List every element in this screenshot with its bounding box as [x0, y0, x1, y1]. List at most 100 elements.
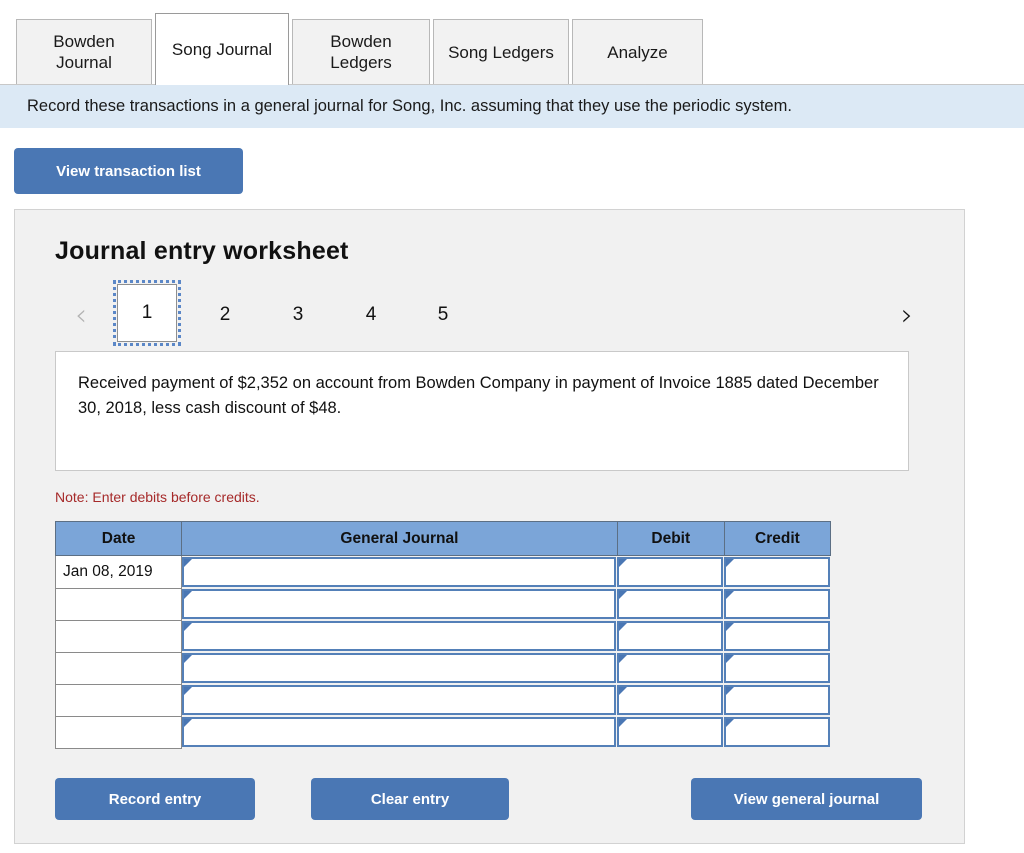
date-cell[interactable] — [54, 587, 183, 621]
credit-input[interactable] — [724, 717, 830, 747]
tab-label: Song Journal — [171, 40, 273, 59]
account-select[interactable] — [182, 589, 617, 619]
debits-before-credits-note: Note: Enter debits before credits. — [55, 489, 260, 505]
tab-bowden-ledgers[interactable]: Bowden Ledgers — [292, 19, 430, 84]
account-select[interactable] — [182, 717, 617, 747]
tab-song-ledgers[interactable]: Song Ledgers — [433, 19, 569, 84]
credit-cell — [724, 620, 830, 652]
dropdown-marker-icon — [184, 687, 193, 695]
debit-cell — [617, 716, 724, 748]
column-header-credit: Credit — [723, 521, 832, 556]
pager-page-3[interactable]: 3 — [276, 294, 320, 336]
dropdown-marker-icon — [726, 559, 735, 567]
general-journal-cell — [182, 716, 618, 748]
tab-label: Analyze — [607, 42, 668, 62]
general-journal-cell — [182, 684, 618, 716]
tab-analyze[interactable]: Analyze — [572, 19, 703, 84]
transaction-description-box: Received payment of $2,352 on account fr… — [55, 351, 909, 471]
credit-cell — [724, 684, 830, 716]
credit-cell — [724, 716, 830, 748]
dropdown-marker-icon — [619, 623, 628, 631]
dropdown-marker-icon — [184, 623, 193, 631]
credit-input[interactable] — [724, 685, 830, 715]
journal-entry-table: Date General Journal Debit Credit Jan 08… — [54, 521, 832, 749]
account-select[interactable] — [182, 557, 617, 587]
date-cell[interactable] — [54, 619, 183, 653]
pager-page-4[interactable]: 4 — [349, 294, 393, 336]
instruction-banner: Record these transactions in a general j… — [0, 85, 1024, 128]
credit-cell — [724, 652, 830, 684]
credit-input[interactable] — [724, 557, 830, 587]
debit-input[interactable] — [617, 653, 724, 683]
debit-cell — [617, 652, 724, 684]
credit-input[interactable] — [724, 621, 830, 651]
table-header-row: Date General Journal Debit Credit — [54, 521, 832, 556]
pager-page-1[interactable]: 1 — [113, 280, 181, 346]
date-cell[interactable]: Jan 08, 2019 — [54, 555, 183, 589]
transaction-description-text: Received payment of $2,352 on account fr… — [78, 374, 879, 417]
account-select[interactable] — [182, 685, 617, 715]
debit-input[interactable] — [617, 621, 724, 651]
page-title: Journal entry worksheet — [55, 237, 349, 265]
table-row: Jan 08, 2019 — [54, 555, 831, 589]
instruction-text: Record these transactions in a general j… — [27, 97, 792, 115]
clear-entry-button[interactable]: Clear entry — [311, 778, 509, 820]
general-journal-cell — [182, 556, 618, 589]
date-cell[interactable] — [54, 651, 183, 685]
dropdown-marker-icon — [619, 655, 628, 663]
account-select[interactable] — [182, 653, 617, 683]
chevron-left-icon[interactable]: ‹ — [67, 300, 95, 332]
column-header-date: Date — [54, 521, 183, 556]
tab-label: Song Ledgers — [448, 42, 554, 62]
dropdown-marker-icon — [726, 719, 735, 727]
account-select[interactable] — [182, 621, 617, 651]
dropdown-marker-icon — [619, 559, 628, 567]
debit-cell — [617, 684, 724, 716]
credit-cell — [724, 556, 830, 589]
tab-list: Bowden Journal Song Journal Bowden Ledge… — [16, 13, 703, 85]
dropdown-marker-icon — [726, 687, 735, 695]
dropdown-marker-icon — [619, 591, 628, 599]
dropdown-marker-icon — [184, 591, 193, 599]
dropdown-marker-icon — [184, 655, 193, 663]
tab-bowden-journal[interactable]: Bowden Journal — [16, 19, 152, 84]
dropdown-marker-icon — [184, 559, 193, 567]
general-journal-cell — [182, 652, 618, 684]
pager-page-5[interactable]: 5 — [421, 294, 465, 336]
table-row — [54, 587, 831, 621]
chevron-right-icon[interactable]: › — [893, 300, 921, 332]
debit-cell — [617, 556, 724, 589]
debit-input[interactable] — [617, 717, 724, 747]
pager-page-2[interactable]: 2 — [203, 294, 247, 336]
view-general-journal-button[interactable]: View general journal — [691, 778, 922, 820]
general-journal-cell — [182, 620, 618, 652]
tab-song-journal[interactable]: Song Journal — [155, 13, 289, 85]
table-row — [54, 651, 831, 685]
dropdown-marker-icon — [184, 719, 193, 727]
table-row — [54, 619, 831, 653]
tab-label: Bowden Journal — [53, 32, 115, 72]
record-entry-button[interactable]: Record entry — [55, 778, 255, 820]
column-header-general-journal: General Journal — [181, 521, 618, 556]
credit-input[interactable] — [724, 653, 830, 683]
worksheet-pager: ‹ 1 2 3 4 5 › — [55, 280, 935, 346]
dropdown-marker-icon — [619, 687, 628, 695]
tab-label: Bowden Ledgers — [330, 32, 392, 72]
credit-cell — [724, 588, 830, 620]
debit-input[interactable] — [617, 685, 724, 715]
journal-entry-worksheet-panel: Journal entry worksheet ‹ 1 2 3 4 5 › Re… — [14, 209, 965, 844]
general-journal-cell — [182, 588, 618, 620]
dropdown-marker-icon — [726, 591, 735, 599]
dropdown-marker-icon — [726, 623, 735, 631]
credit-input[interactable] — [724, 589, 830, 619]
table-row — [54, 715, 831, 749]
dropdown-marker-icon — [726, 655, 735, 663]
debit-cell — [617, 588, 724, 620]
debit-cell — [617, 620, 724, 652]
date-cell[interactable] — [54, 715, 183, 749]
dropdown-marker-icon — [619, 719, 628, 727]
view-transaction-list-button[interactable]: View transaction list — [14, 148, 243, 194]
debit-input[interactable] — [617, 557, 724, 587]
date-cell[interactable] — [54, 683, 183, 717]
debit-input[interactable] — [617, 589, 724, 619]
